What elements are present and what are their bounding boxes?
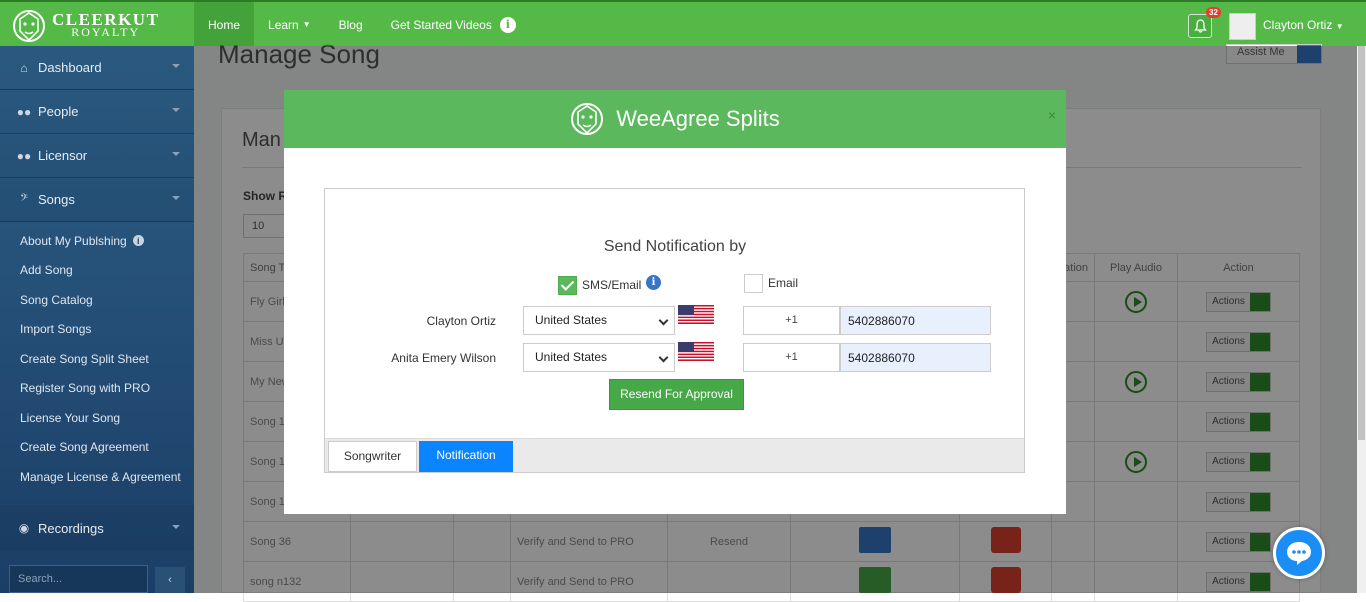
sidebar-subitem[interactable]: Add Song xyxy=(0,256,194,286)
lion-logo-icon xyxy=(13,10,45,42)
info-icon[interactable]: i xyxy=(646,275,661,290)
sidebar-subitem[interactable]: Register Song with PRO xyxy=(0,374,194,404)
sidebar-subitem[interactable]: License Your Song xyxy=(0,403,194,433)
chat-bubble-icon xyxy=(1287,542,1311,565)
close-icon[interactable]: × xyxy=(1048,107,1056,123)
caret-down-icon xyxy=(172,196,180,200)
sidebar-item-label: People xyxy=(38,104,79,119)
chevron-left-icon: ‹ xyxy=(168,574,172,586)
sidebar-item-licensor[interactable]: ●● Licensor xyxy=(0,134,194,178)
sidebar-search-input[interactable]: Search... xyxy=(9,565,148,593)
resend-for-approval-button[interactable]: Resend For Approval xyxy=(609,379,744,410)
users-icon: ●● xyxy=(16,148,32,163)
sidebar-item-label: Licensor xyxy=(38,148,88,163)
sidebar-item-songs[interactable]: 𝄢 Songs xyxy=(0,178,194,222)
sidebar-subitem-label: Song Catalog xyxy=(20,292,93,307)
modal-tabs: Songwriter Notification xyxy=(325,438,1024,472)
weeagree-splits-modal: WeeAgree Splits × Send Notification by S… xyxy=(284,90,1066,514)
sidebar-subitem[interactable]: Create Song Split Sheet xyxy=(0,344,194,374)
page-scrollbar[interactable] xyxy=(1357,46,1366,593)
sidebar-item-label: Dashboard xyxy=(38,60,102,75)
notification-count-badge: 32 xyxy=(1206,7,1221,18)
sidebar-subitem[interactable]: Create Song Agreement xyxy=(0,433,194,463)
top-navbar: CLEERKUT ROYALTY Home Learn ▼ Blog Get St… xyxy=(0,0,1366,48)
sidebar-subitem[interactable]: Manage License & Agreement xyxy=(0,462,194,492)
sidebar-subitem[interactable]: About My Publshing i xyxy=(0,226,194,256)
sidebar: ⌂ Dashboard ●● People ●● Licensor 𝄢 Songs Ab… xyxy=(0,46,194,593)
country-select[interactable]: United States xyxy=(523,343,675,372)
songs-submenu: About My Publshing i Add Song Song Catalo… xyxy=(0,222,194,492)
info-icon[interactable]: i xyxy=(132,235,144,247)
caret-down-icon: ▼ xyxy=(1335,22,1344,31)
country-value: United States xyxy=(535,313,608,327)
sidebar-item-label: Songs xyxy=(38,192,75,207)
music-clef-icon: 𝄢 xyxy=(20,192,28,206)
nav-videos-label: Get Started Videos xyxy=(390,18,492,32)
sms-email-label: SMS/Email xyxy=(582,278,642,292)
sidebar-subitem[interactable]: Import Songs xyxy=(0,315,194,345)
sidebar-item-label: Recordings xyxy=(38,520,104,536)
modal-title: WeeAgree Splits xyxy=(616,106,780,131)
bell-icon xyxy=(1193,19,1207,33)
caret-down-icon xyxy=(172,108,180,112)
phone-field[interactable]: 5402886070 xyxy=(840,343,991,372)
sidebar-subitem-label: Add Song xyxy=(20,263,73,278)
sidebar-item-recordings[interactable]: ◉ Recordings xyxy=(0,506,194,550)
user-menu[interactable]: Clayton Ortiz ▼ xyxy=(1263,18,1344,32)
record-icon: ◉ xyxy=(18,521,30,535)
country-select[interactable]: United States xyxy=(523,306,675,335)
email-label: Email xyxy=(768,276,799,290)
send-notification-heading: Send Notification by xyxy=(603,238,747,255)
sidebar-subitem-label: Import Songs xyxy=(20,322,92,337)
notifications-button[interactable] xyxy=(1188,14,1212,38)
chevron-down-icon xyxy=(658,315,669,326)
sidebar-subitem-label: Manage License & Agreement xyxy=(20,469,181,484)
caret-down-icon xyxy=(172,525,180,529)
us-flag-icon xyxy=(678,305,714,324)
users-icon: ●● xyxy=(16,104,32,119)
chevron-down-icon xyxy=(658,352,669,363)
sidebar-subitem-label: License Your Song xyxy=(20,410,121,425)
sidebar-subitem-label: Create Song Split Sheet xyxy=(20,351,149,366)
country-code-field[interactable]: +1 xyxy=(743,306,840,335)
phone-field[interactable]: 5402886070 xyxy=(840,306,991,335)
tab-notification[interactable]: Notification xyxy=(419,441,513,472)
sms-email-checkbox[interactable] xyxy=(558,276,577,295)
chat-widget-button[interactable] xyxy=(1273,527,1325,579)
user-name: Clayton Ortiz xyxy=(1263,18,1333,32)
country-value: United States xyxy=(535,350,608,364)
us-flag-icon xyxy=(678,342,714,361)
modal-header: WeeAgree Splits × xyxy=(284,90,1066,148)
email-checkbox[interactable] xyxy=(744,274,763,293)
person-name: Anita Emery Wilson xyxy=(391,351,496,365)
person-name: Clayton Ortiz xyxy=(426,314,496,328)
tab-songwriter[interactable]: Songwriter xyxy=(328,441,417,472)
caret-down-icon xyxy=(172,152,180,156)
info-icon[interactable]: i xyxy=(499,17,516,33)
sidebar-subitem-label: Create Song Agreement xyxy=(20,440,149,455)
sidebar-subitem-label: Register Song with PRO xyxy=(20,381,151,396)
sidebar-collapse-button[interactable]: ‹ xyxy=(155,567,185,593)
brand-logo[interactable]: CLEERKUT ROYALTY xyxy=(12,5,192,47)
sidebar-subitem-label: About My Publshing xyxy=(20,233,127,248)
avatar[interactable] xyxy=(1229,13,1256,40)
notification-panel: Send Notification by SMS/Email i Email C… xyxy=(324,188,1025,473)
sidebar-item-people[interactable]: ●● People xyxy=(0,90,194,134)
country-code-field[interactable]: +1 xyxy=(743,343,840,372)
nav-get-started-videos[interactable]: Get Started Videos i xyxy=(377,2,530,48)
sidebar-item-dashboard[interactable]: ⌂ Dashboard xyxy=(0,46,194,90)
scrollbar-thumb[interactable] xyxy=(1358,46,1365,440)
caret-down-icon xyxy=(172,64,180,68)
lion-logo-icon xyxy=(571,103,604,135)
sidebar-subitem[interactable]: Song Catalog xyxy=(0,285,194,315)
home-icon: ⌂ xyxy=(20,60,28,75)
